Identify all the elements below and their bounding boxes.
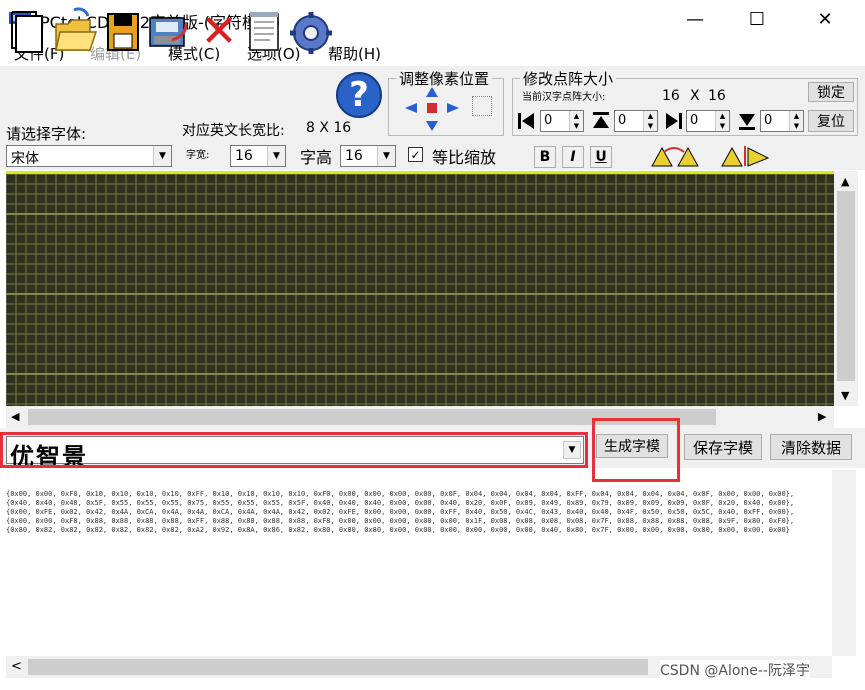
scroll-left-icon[interactable]: < [11, 659, 22, 674]
save-disk-icon[interactable] [100, 6, 146, 56]
dot-grid[interactable] [6, 174, 834, 406]
chevron-down-icon: ▼ [267, 146, 285, 166]
current-size-width: 16 [662, 88, 680, 104]
bottom-edge-icon [739, 114, 755, 130]
canvas-vertical-scrollbar[interactable]: ▲ ▼ [834, 171, 858, 406]
settings-gear-icon[interactable] [288, 6, 334, 56]
text-input-highlight [0, 432, 588, 468]
watermark: CSDN @Alone--阮泽宇 [660, 660, 810, 680]
delete-x-icon[interactable]: ✕ [196, 6, 242, 57]
font-width-label: 字宽: [186, 150, 210, 161]
move-left-icon[interactable] [404, 102, 420, 114]
rotate-icon[interactable] [650, 144, 702, 168]
center-icon[interactable] [426, 102, 438, 114]
canvas-vscroll-thumb[interactable] [837, 191, 855, 381]
close-button[interactable]: ✕ [795, 0, 855, 38]
italic-button[interactable]: I [562, 146, 584, 168]
pixel-adjust-title: 调整像素位置 [396, 68, 493, 89]
right-edge-icon [666, 113, 682, 129]
top-edge-icon [593, 112, 609, 128]
new-document-icon[interactable] [6, 6, 52, 56]
proportional-checkbox[interactable]: ✓ [408, 147, 423, 162]
bold-button[interactable]: B [534, 146, 556, 168]
scroll-up-icon[interactable]: ▲ [841, 175, 849, 188]
canvas-horizontal-scrollbar[interactable]: ◀ ▶ [6, 406, 834, 428]
output-line: {0x00, 0x00, 0xF8, 0x88, 0x88, 0x88, 0x8… [6, 517, 795, 525]
pixel-preview-box [472, 96, 492, 116]
move-right-icon[interactable] [444, 102, 460, 114]
save-as-icon[interactable] [146, 6, 192, 56]
maximize-button[interactable]: ☐ [727, 0, 787, 38]
right-edge-spin[interactable]: 0 ▲ ▼ [686, 110, 730, 132]
bottom-edge-spin[interactable]: 0 ▲ ▼ [760, 110, 804, 132]
english-ratio-label: 对应英文长宽比: [182, 123, 285, 139]
output-line: {0x80, 0x82, 0x82, 0x82, 0x82, 0x82, 0x8… [6, 526, 790, 534]
left-edge-icon [518, 113, 534, 129]
proportional-label: 等比缩放 [432, 148, 497, 167]
menu-help[interactable]: 帮助(H) [328, 43, 381, 64]
clear-data-button[interactable]: 清除数据 [770, 434, 852, 460]
underline-button[interactable]: U [590, 146, 612, 168]
font-height-label: 字高 [300, 148, 333, 167]
font-select[interactable]: 宋体 ▼ [6, 145, 172, 167]
output-hscroll-thumb[interactable] [28, 659, 648, 675]
output-line: {0x40, 0x40, 0x40, 0x5F, 0x55, 0x55, 0x5… [6, 499, 795, 507]
left-edge-spin[interactable]: 0 ▲ ▼ [540, 110, 584, 132]
output-text-area[interactable]: {0x00, 0x00, 0xF0, 0x10, 0x10, 0x10, 0x1… [6, 484, 832, 656]
current-size-height: 16 [708, 88, 726, 104]
top-edge-spin[interactable]: 0 ▲ ▼ [614, 110, 658, 132]
save-font-button[interactable]: 保存字模 [684, 434, 762, 460]
dot-matrix-canvas[interactable] [6, 171, 834, 406]
minimize-button[interactable]: — [665, 0, 725, 38]
reset-button[interactable]: 复位 [808, 110, 854, 132]
output-vertical-scrollbar[interactable] [832, 470, 856, 656]
chevron-down-icon: ▼ [153, 146, 171, 166]
dot-matrix-title: 修改点阵大小 [520, 68, 617, 89]
font-width-select[interactable]: 16 ▼ [230, 145, 286, 167]
font-height-select[interactable]: 16 ▼ [340, 145, 396, 167]
move-down-icon[interactable] [425, 120, 439, 132]
generate-button-highlight [592, 418, 680, 482]
open-folder-icon[interactable] [52, 6, 98, 56]
output-line: {0x00, 0x00, 0xF0, 0x10, 0x10, 0x10, 0x1… [6, 490, 795, 498]
mirror-icon[interactable] [718, 144, 774, 168]
move-up-icon[interactable] [425, 86, 439, 98]
scroll-down-icon[interactable]: ▼ [841, 389, 849, 402]
chevron-down-icon: ▼ [377, 146, 395, 166]
scroll-right-icon[interactable]: ▶ [818, 410, 826, 423]
font-label: 请选择字体: [6, 125, 87, 143]
scroll-left-icon[interactable]: ◀ [11, 410, 19, 423]
current-size-x: X [690, 88, 700, 104]
english-ratio-value: 8 X 16 [306, 120, 352, 136]
help-question-icon[interactable]: ? [336, 72, 382, 118]
output-line: {0x00, 0xFE, 0x02, 0x42, 0x4A, 0xCA, 0x4… [6, 508, 795, 516]
current-size-label: 当前汉字点阵大小: [522, 92, 606, 103]
lock-button[interactable]: 锁定 [808, 82, 854, 102]
notepad-icon[interactable] [242, 6, 288, 56]
